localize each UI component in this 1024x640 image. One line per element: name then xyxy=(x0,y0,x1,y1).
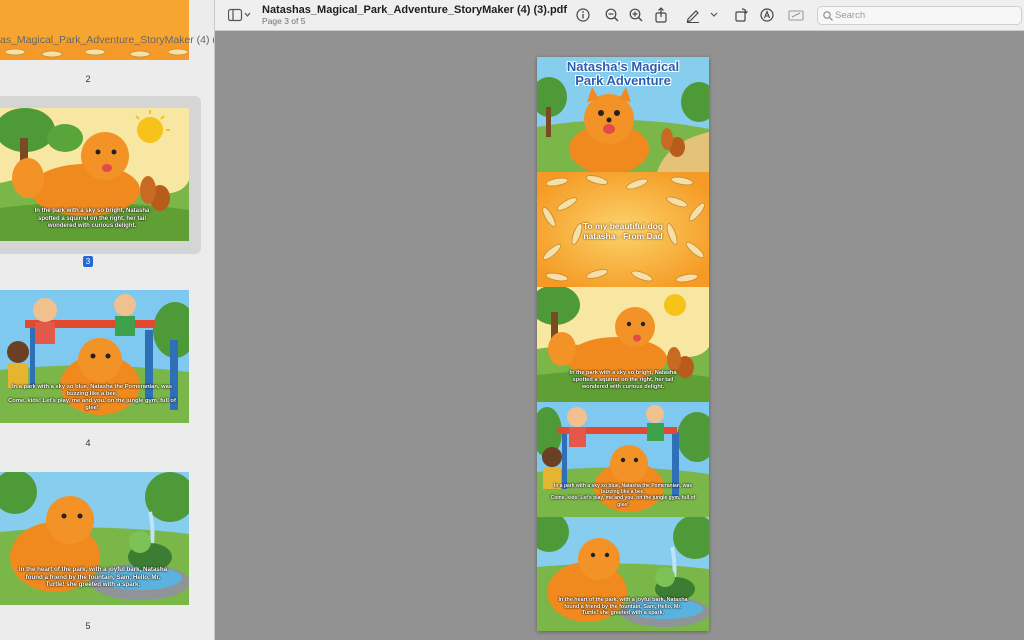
zoom-in-icon[interactable] xyxy=(628,7,644,23)
thumb4-caption-2: buzzing like a bee. xyxy=(66,391,118,397)
dedication-text: To my beautiful dog natasha - From Dad xyxy=(537,221,709,241)
thumbnail-page-2[interactable] xyxy=(0,0,189,60)
page3-caption-1: In the park with a sky so bright, Natash… xyxy=(569,370,677,376)
document-title: Natashas_Magical_Park_Adventure_StoryMak… xyxy=(262,4,568,16)
thumbnail-page-4[interactable]: In a park with a sky so blue, Natasha th… xyxy=(0,290,189,423)
thumbnail-label: 4 xyxy=(85,438,91,448)
thumbnail-label: 5 xyxy=(85,621,91,631)
search-field[interactable] xyxy=(817,6,1022,25)
page-5: In the heart of the park, with a joyful … xyxy=(537,517,709,631)
markup-pen-icon[interactable] xyxy=(685,7,701,23)
thumbnail-label: 2 xyxy=(85,74,91,84)
page3-caption-2: spotted a squirrel on the right, her tai… xyxy=(572,376,674,383)
thumb3-caption-2: spotted a squirrel on the right, her tai… xyxy=(37,215,146,222)
thumbnail-page-3[interactable]: In the park with a sky so bright, Natash… xyxy=(0,108,189,241)
thumbnail-label-selected: 3 xyxy=(83,256,93,267)
annotate-icon[interactable] xyxy=(759,7,775,23)
cover-title: Natasha's Magical Park Adventure xyxy=(537,60,709,88)
page5-caption-3: Turtle! she greeted with a spark. xyxy=(581,610,665,617)
search-input[interactable] xyxy=(835,8,1015,23)
thumb5-caption-3: Turtle! she greeted with a spark. xyxy=(45,581,141,589)
page-4: In a park with a sky so blue, Natasha th… xyxy=(537,402,709,517)
zoom-out-icon[interactable] xyxy=(604,7,620,23)
thumbnail-sidebar[interactable]: as_Magical_Park_Adventure_StoryMaker (4)… xyxy=(0,0,215,640)
thumbnail-page-5[interactable]: In the heart of the park, with a joyful … xyxy=(0,472,189,605)
cover-title-line-2: Park Adventure xyxy=(575,73,671,88)
page-cover: Natasha's Magical Park Adventure xyxy=(537,57,709,172)
page-dedication: To my beautiful dog natasha - From Dad xyxy=(537,172,709,287)
dedication-line-1: To my beautiful dog xyxy=(582,221,664,231)
thumb5-caption-1: In the heart of the park, with a joyful … xyxy=(18,566,168,573)
toolbar: Natashas_Magical_Park_Adventure_StoryMak… xyxy=(215,0,1024,31)
thumb4-caption-4: glee! xyxy=(85,405,99,411)
rotate-icon[interactable] xyxy=(733,7,749,23)
page3-caption-3: wondered with curious delight. xyxy=(581,383,665,390)
thumb3-caption-3: wondered with curious delight. xyxy=(47,223,137,229)
share-icon[interactable] xyxy=(653,7,669,23)
page5-caption-1: In the heart of the park, with a joyful … xyxy=(558,597,688,603)
document-view[interactable]: Natasha's Magical Park Adventure To my b… xyxy=(537,57,709,631)
thumb4-caption-3: Come, kids! Let's play, me and you, on t… xyxy=(8,398,176,404)
page-indicator: Page 3 of 5 xyxy=(262,16,306,26)
sidebar-doc-title: as_Magical_Park_Adventure_StoryMaker (4)… xyxy=(0,34,215,46)
cover-title-line-1: Natasha's Magical xyxy=(566,59,680,74)
page-3: In the park with a sky so bright, Natash… xyxy=(537,287,709,402)
page4-caption-3: Come, kids! Let's play, me and you, on t… xyxy=(550,495,696,502)
thumb3-caption-1: In the park with a sky so bright, Natash… xyxy=(34,208,150,214)
redact-icon[interactable] xyxy=(788,7,804,23)
chevron-down-icon[interactable] xyxy=(709,7,719,23)
page4-caption-4: glee! xyxy=(617,501,629,508)
info-icon[interactable] xyxy=(575,7,591,23)
search-icon xyxy=(823,11,833,21)
thumb4-caption-1: In a park with a sky so blue, Natasha th… xyxy=(11,384,173,390)
dedication-line-2: natasha - From Dad xyxy=(583,231,663,241)
sidebar-toggle-icon[interactable] xyxy=(227,7,253,23)
